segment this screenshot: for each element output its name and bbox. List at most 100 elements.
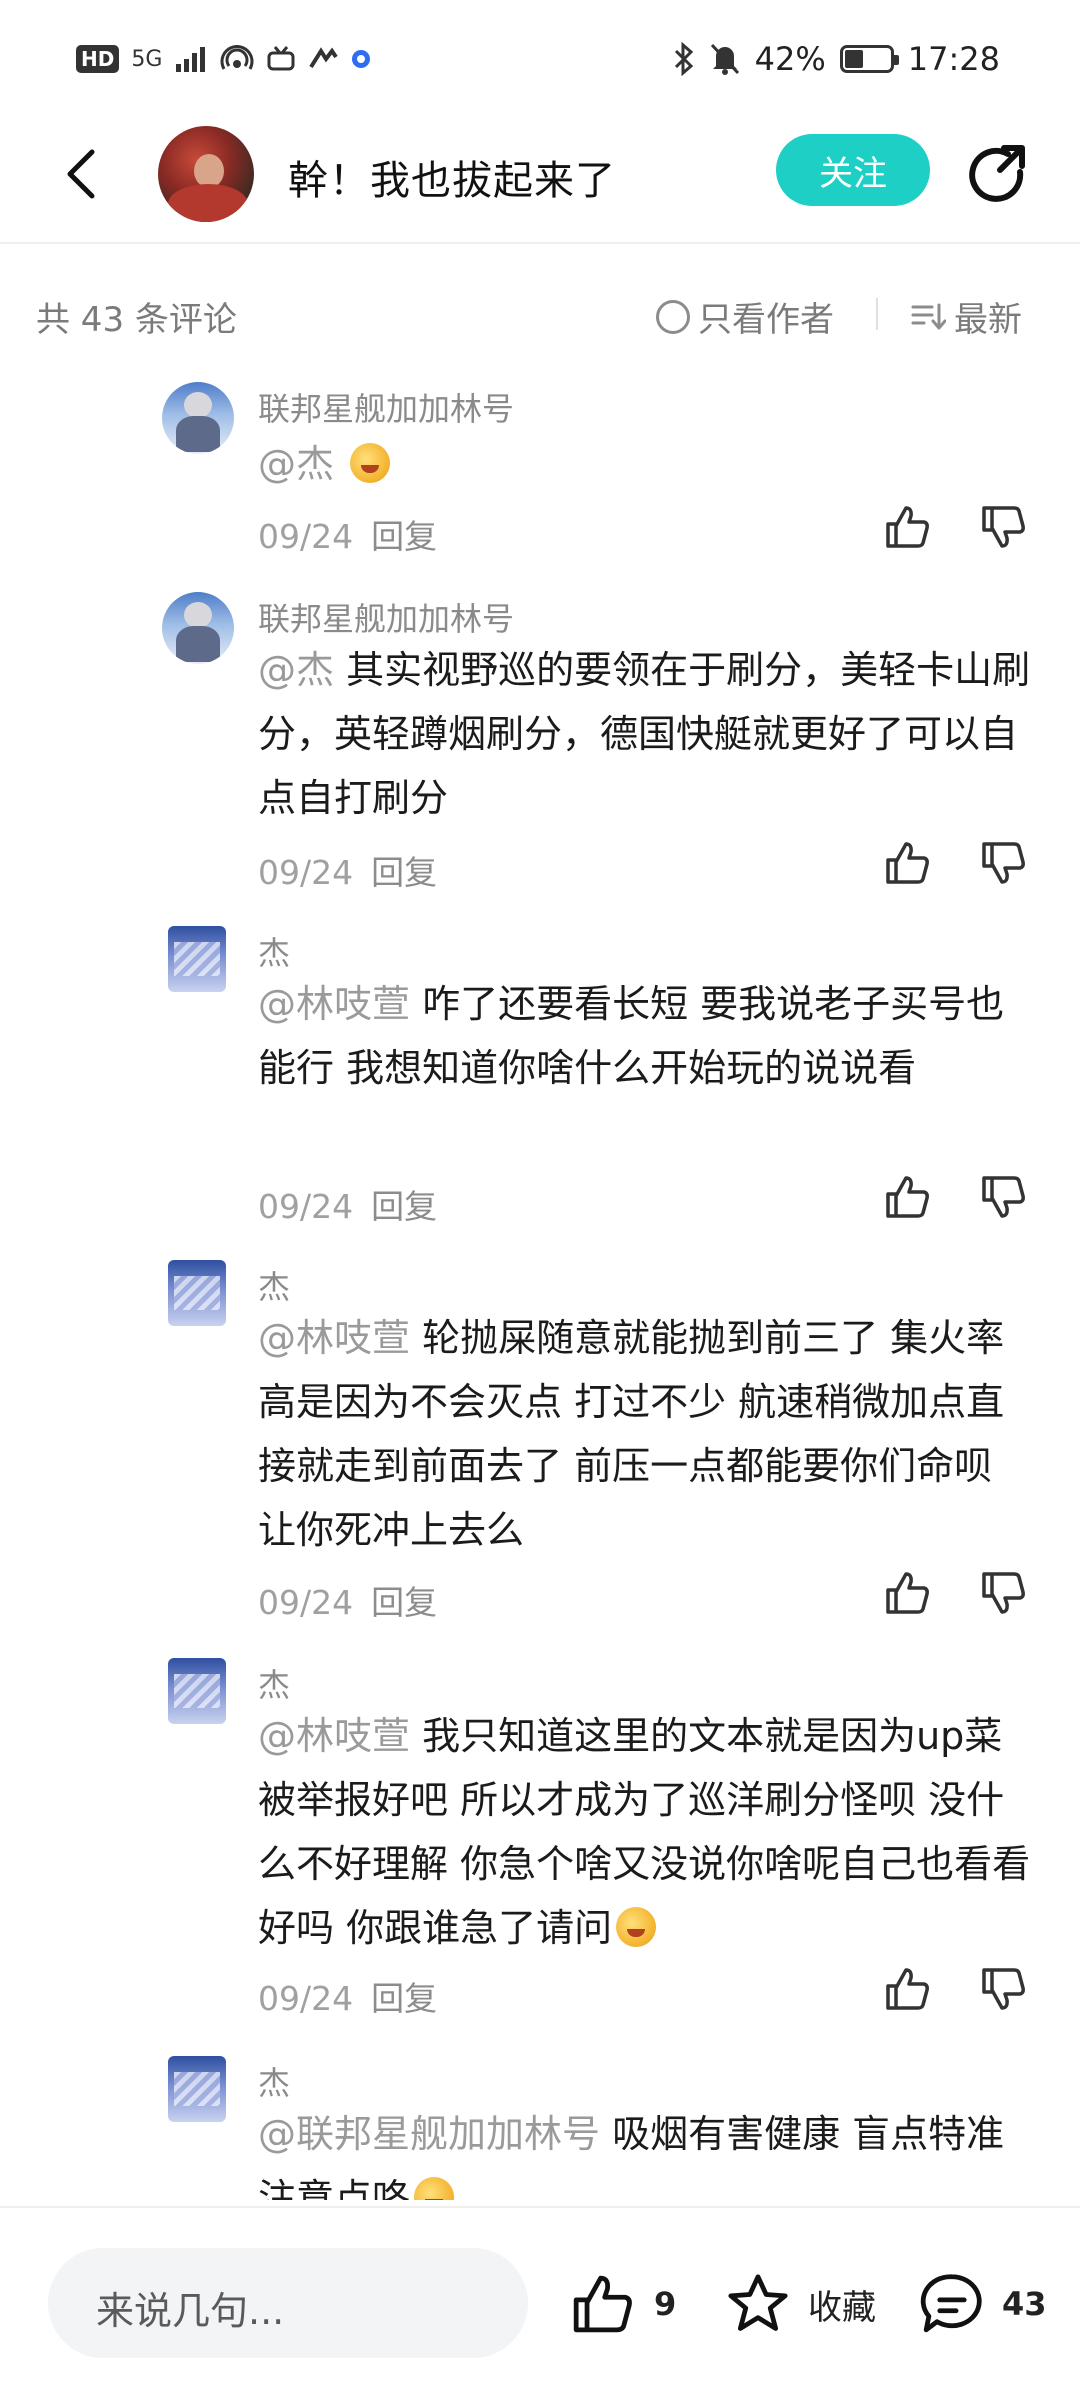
- comment-actions: [882, 838, 1028, 888]
- emoji-icon: [414, 2177, 455, 2200]
- commenter-name[interactable]: 杰: [258, 928, 290, 974]
- thumbs-down-icon[interactable]: [978, 502, 1028, 552]
- comment-meta: 09/24 回复: [258, 510, 437, 558]
- app-icon: [309, 47, 339, 69]
- thumbs-down-icon[interactable]: [978, 838, 1028, 888]
- mention-link[interactable]: @杰: [258, 648, 334, 692]
- thumbs-up-icon[interactable]: [882, 502, 932, 552]
- follow-button[interactable]: 关注: [776, 134, 930, 206]
- comment-list: 联邦星舰加加林号 @杰 09/24 回复 联邦星舰加加林号 @杰 其实视野巡的要领…: [0, 370, 1080, 2200]
- comment-count: 共 43 条评论: [36, 300, 237, 340]
- thumbs-up-icon[interactable]: [882, 838, 932, 888]
- comment-text: @林吱萱 咋了还要看长短 要我说老子买号也能行 我想知道你啥什么开始玩的说说看: [258, 972, 1038, 1100]
- comment-meta: 09/24 回复: [258, 1180, 437, 1228]
- mention-link[interactable]: @林吱萱: [258, 1316, 410, 1360]
- thumbs-down-icon[interactable]: [978, 1964, 1028, 2014]
- comment-input-placeholder: 来说几句...: [96, 2289, 285, 2333]
- hd-icon: HD: [76, 45, 120, 73]
- status-bar: HD 5G 42% 17:28: [0, 0, 1080, 130]
- comment-text: @林吱萱 我只知道这里的文本就是因为up菜被举报好吧 所以才成为了巡洋刷分怪呗 …: [258, 1704, 1038, 1960]
- post-title: 幹！我也拔起来了: [288, 158, 616, 204]
- commenter-name[interactable]: 杰: [258, 1660, 290, 1706]
- bottom-action-bar: 来说几句... 9 收藏 43: [0, 2206, 1080, 2388]
- reply-button[interactable]: 回复: [371, 1187, 437, 1226]
- tv-icon: [267, 46, 295, 71]
- only-author-toggle[interactable]: 只看作者: [656, 292, 834, 341]
- reply-button[interactable]: 回复: [371, 853, 437, 892]
- back-arrow-icon[interactable]: [54, 144, 114, 204]
- commenter-avatar[interactable]: [168, 1260, 226, 1326]
- thumbs-up-icon[interactable]: [882, 1964, 932, 2014]
- comment-text: @杰 其实视野巡的要领在于刷分，美轻卡山刷分，英轻蹲烟刷分，德国快艇就更好了可以…: [258, 638, 1038, 830]
- divider: [876, 298, 878, 330]
- favorite-label: 收藏: [808, 2287, 876, 2328]
- commenter-avatar[interactable]: [168, 2056, 226, 2122]
- clock: 17:28: [907, 40, 1000, 78]
- only-author-label: 只看作者: [698, 300, 834, 340]
- commenter-name[interactable]: 杰: [258, 2058, 290, 2104]
- commenter-avatar[interactable]: [168, 926, 226, 992]
- mention-link[interactable]: @联邦星舰加加林号: [258, 2112, 600, 2156]
- reply-button[interactable]: 回复: [371, 1583, 437, 1622]
- comment-date: 09/24: [258, 1583, 354, 1622]
- battery-percent: 42%: [754, 40, 826, 78]
- commenter-name[interactable]: 联邦星舰加加林号: [258, 384, 514, 430]
- sort-button[interactable]: 最新: [910, 292, 1022, 341]
- like-count: 9: [654, 2285, 677, 2323]
- comment-text: @林吱萱 轮抛屎随意就能抛到前三了 集火率高是因为不会灭点 打过不少 航速稍微加…: [258, 1306, 1038, 1562]
- mention-link[interactable]: @林吱萱: [258, 982, 410, 1026]
- comment-count-bottom: 43: [1002, 2285, 1047, 2323]
- author-avatar[interactable]: [158, 126, 254, 222]
- status-icons-left: HD 5G: [76, 44, 372, 74]
- bluetooth-icon: [674, 42, 693, 76]
- commenter-avatar[interactable]: [168, 1658, 226, 1724]
- mention-link[interactable]: @杰: [258, 442, 334, 486]
- comment-actions: [882, 502, 1028, 552]
- reply-button[interactable]: 回复: [371, 1979, 437, 2018]
- comment-date: 09/24: [258, 853, 354, 892]
- comment-actions: [882, 1568, 1028, 1618]
- thumbs-down-icon[interactable]: [978, 1568, 1028, 1618]
- commenter-name[interactable]: 杰: [258, 1262, 290, 1308]
- radio-icon: [656, 299, 690, 334]
- notification-dot-icon: [352, 50, 371, 68]
- star-icon: [728, 2274, 788, 2331]
- comment-meta: 09/24 回复: [258, 846, 437, 894]
- comment-meta: 09/24 回复: [258, 1972, 437, 2020]
- comment-meta: 09/24 回复: [258, 1576, 437, 1624]
- sort-label: 最新: [954, 300, 1022, 340]
- comment-body: 其实视野巡的要领在于刷分，美轻卡山刷分，英轻蹲烟刷分，德国快艇就更好了可以自点自…: [258, 648, 1031, 820]
- favorite-button[interactable]: 收藏: [724, 2270, 876, 2338]
- mute-bell-icon: [710, 43, 739, 75]
- comment-actions: [882, 1964, 1028, 2014]
- post-header: 幹！我也拔起来了 关注: [0, 120, 1080, 244]
- share-icon[interactable]: [964, 142, 1030, 208]
- thumbs-down-icon[interactable]: [978, 1172, 1028, 1222]
- signal-icon: [176, 47, 206, 72]
- status-icons-right: 42% 17:28: [673, 40, 1000, 78]
- emoji-icon: [350, 443, 391, 483]
- thumbs-up-icon: [573, 2275, 632, 2333]
- battery-fill: [844, 50, 863, 68]
- commenter-avatar[interactable]: [162, 592, 234, 664]
- thumbs-up-icon[interactable]: [882, 1568, 932, 1618]
- thumbs-up-icon[interactable]: [882, 1172, 932, 1222]
- comment-toolbar: 共 43 条评论 只看作者 最新: [0, 280, 1080, 350]
- comment-date: 09/24: [258, 517, 354, 556]
- commenter-avatar[interactable]: [162, 382, 234, 454]
- hotspot-icon: [220, 45, 254, 70]
- network-label: 5G: [131, 46, 163, 72]
- like-button[interactable]: 9: [568, 2270, 676, 2338]
- comment-input[interactable]: 来说几句...: [48, 2248, 528, 2358]
- emoji-icon: [616, 1907, 657, 1947]
- reply-button[interactable]: 回复: [371, 517, 437, 556]
- comments-button[interactable]: 43: [918, 2270, 1047, 2338]
- commenter-name[interactable]: 联邦星舰加加林号: [258, 594, 514, 640]
- comment-actions: [882, 1172, 1028, 1222]
- mention-link[interactable]: @林吱萱: [258, 1714, 410, 1758]
- sort-icon: [911, 303, 946, 329]
- comment-date: 09/24: [258, 1187, 354, 1226]
- comment-text: @杰: [258, 432, 1038, 496]
- comment-bubble-icon: [920, 2274, 982, 2333]
- comment-date: 09/24: [258, 1979, 354, 2018]
